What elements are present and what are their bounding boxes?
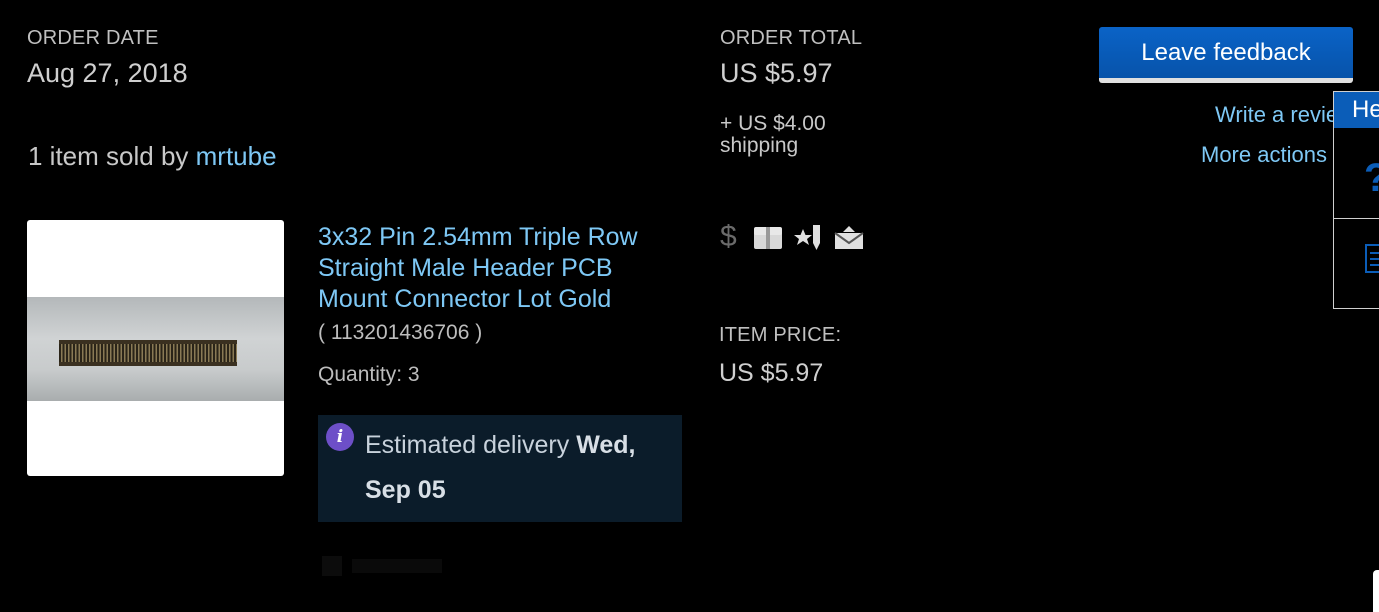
envelope-icon (834, 226, 864, 249)
help-panel[interactable]: He ? (1333, 91, 1379, 309)
help-panel-title[interactable]: He (1334, 92, 1379, 128)
seller-prefix: 1 item sold by (28, 141, 196, 171)
package-icon (754, 227, 782, 249)
star-feedback-icon (794, 225, 820, 250)
item-title-link[interactable]: 3x32 Pin 2.54mm Triple Row Straight Male… (318, 222, 688, 315)
pin-header-graphic (59, 340, 237, 366)
item-thumbnail[interactable] (27, 220, 284, 476)
document-icon[interactable] (1365, 244, 1379, 274)
write-review-link[interactable]: Write a revie (1215, 102, 1338, 128)
item-price-label: ITEM PRICE: (719, 324, 842, 346)
question-icon[interactable]: ? (1364, 156, 1379, 201)
delivery-text: Estimated delivery Wed, Sep 05 (365, 423, 665, 513)
dollar-icon: $ (720, 220, 737, 253)
order-total-value: US $5.97 (720, 58, 833, 88)
item-price-value: US $5.97 (719, 359, 824, 387)
shipping-amount: + US $4.00 (720, 112, 826, 135)
shipping-label: shipping (720, 134, 799, 157)
item-quantity: Quantity: 3 (318, 363, 420, 386)
order-total-label: ORDER TOTAL (720, 27, 863, 49)
order-date-value: Aug 27, 2018 (27, 58, 188, 88)
delivery-notice: i Estimated delivery Wed, Sep 05 (318, 415, 682, 522)
leave-feedback-button[interactable]: Leave feedback (1099, 27, 1353, 83)
help-divider (1334, 218, 1379, 219)
delivery-prefix: Estimated delivery (365, 431, 577, 459)
info-icon: i (326, 423, 354, 451)
faded-icon (322, 556, 342, 576)
item-number: ( 113201436706 ) (318, 321, 483, 344)
seller-line: 1 item sold by mrtube (28, 141, 277, 172)
more-actions-link[interactable]: More actions (1201, 142, 1327, 168)
shipping-info: + US $4.00 shipping (720, 113, 826, 157)
order-date-label: ORDER DATE (27, 27, 159, 49)
scrollbar-thumb[interactable] (1373, 570, 1379, 612)
status-icons: $ (720, 220, 864, 254)
seller-link[interactable]: mrtube (196, 141, 277, 171)
faded-link (352, 559, 442, 573)
item-photo (27, 297, 284, 401)
